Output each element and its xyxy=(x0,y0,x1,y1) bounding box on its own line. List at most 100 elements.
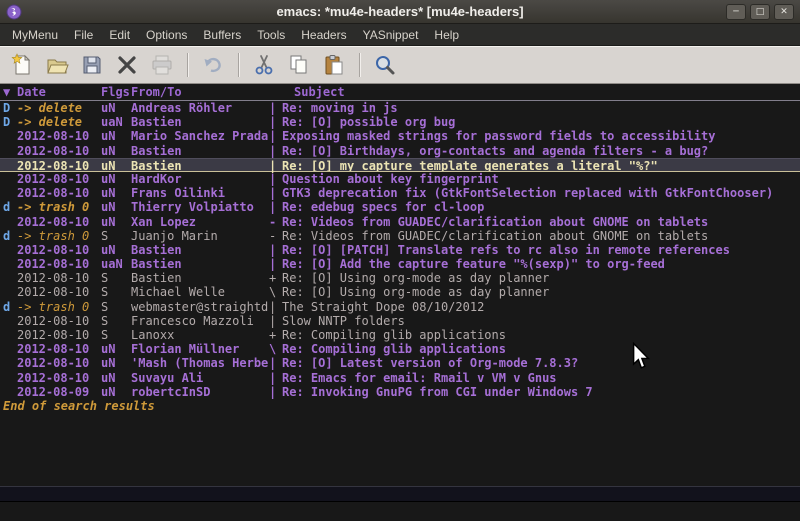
message-date: 2012-08-10 xyxy=(17,356,101,370)
mark-char xyxy=(3,172,17,186)
window-title: emacs: *mu4e-headers* [mu4e-headers] xyxy=(0,0,800,23)
menu-yasnippet[interactable]: YASnippet xyxy=(355,25,427,45)
message-row[interactable]: d -> trash 0 S webmaster@straightd... | … xyxy=(0,300,800,314)
message-date: 2012-08-10 xyxy=(17,271,101,285)
message-date: -> delete xyxy=(17,101,101,115)
menu-tools[interactable]: Tools xyxy=(249,25,293,45)
thread-char: - xyxy=(269,229,282,243)
cut-button[interactable] xyxy=(250,51,278,79)
message-row[interactable]: 2012-08-10 uN Bastien | Re: [O] [PATCH] … xyxy=(0,243,800,257)
message-date: -> trash 0 xyxy=(17,229,101,243)
message-row[interactable]: d -> trash 0 S Juanjo Marin - Re: Videos… xyxy=(0,229,800,243)
menu-headers[interactable]: Headers xyxy=(293,25,354,45)
message-row[interactable]: 2012-08-10 S Bastien + Re: [O] Using org… xyxy=(0,271,800,285)
sort-arrow-icon[interactable]: ▼ xyxy=(3,84,17,100)
message-flags: S xyxy=(101,285,131,299)
message-flags: uN xyxy=(101,144,131,158)
message-date: 2012-08-10 xyxy=(17,285,101,299)
column-header-from[interactable]: From/To xyxy=(131,84,269,100)
search-button[interactable] xyxy=(371,51,399,79)
thread-char: | xyxy=(269,200,282,214)
menu-file[interactable]: File xyxy=(66,25,101,45)
message-subject: Re: [O] Birthdays, org-contacts and agen… xyxy=(282,144,800,158)
toolbar xyxy=(0,46,800,84)
message-row[interactable]: 2012-08-10 uN Mario Sanchez Prada | Expo… xyxy=(0,129,800,143)
kill-buffer-icon xyxy=(115,53,139,77)
thread-char: + xyxy=(269,328,282,342)
open-file-icon xyxy=(45,53,69,77)
mark-char xyxy=(3,342,17,356)
message-row[interactable]: 2012-08-09 uN robertcInSD | Re: Invoking… xyxy=(0,385,800,399)
menu-help[interactable]: Help xyxy=(426,25,467,45)
kill-buffer-button[interactable] xyxy=(113,51,141,79)
message-subject: Re: Compiling glib applications xyxy=(282,342,800,356)
message-row[interactable]: 2012-08-10 uN Florian Müllner \ Re: Comp… xyxy=(0,342,800,356)
message-row[interactable]: D -> delete uN Andreas Röhler | Re: movi… xyxy=(0,101,800,115)
message-subject: Re: Videos from GUADEC/clarification abo… xyxy=(282,215,800,229)
message-date: 2012-08-10 xyxy=(17,328,101,342)
open-file-button[interactable] xyxy=(43,51,71,79)
message-from: Andreas Röhler xyxy=(131,101,269,115)
message-row[interactable]: 2012-08-10 S Francesco Mazzoli | Slow NN… xyxy=(0,314,800,328)
minimize-button[interactable]: ─ xyxy=(726,4,746,20)
column-header-date[interactable]: Date xyxy=(17,84,101,100)
thread-char: - xyxy=(269,215,282,229)
message-row[interactable]: 2012-08-10 uN 'Mash (Thomas Herbert) | R… xyxy=(0,356,800,370)
message-flags: uN xyxy=(101,356,131,370)
message-subject: Re: [O] my capture template generates a … xyxy=(282,159,800,171)
message-subject: Re: Emacs for email: Rmail v VM v Gnus xyxy=(282,371,800,385)
message-subject: Re: Invoking GnuPG from CGI under Window… xyxy=(282,385,800,399)
message-row[interactable]: D -> delete uaN Bastien | Re: [O] possib… xyxy=(0,115,800,129)
thread-char: | xyxy=(269,115,282,129)
toolbar-separator xyxy=(187,53,188,77)
message-row[interactable]: 2012-08-10 uN Xan Lopez - Re: Videos fro… xyxy=(0,215,800,229)
save-icon xyxy=(80,53,104,77)
message-row[interactable]: 2012-08-10 uN Bastien | Re: [O] Birthday… xyxy=(0,144,800,158)
message-from: Bastien xyxy=(131,271,269,285)
message-row[interactable]: 2012-08-10 uN Bastien | Re: [O] my captu… xyxy=(0,158,800,172)
message-date: 2012-08-10 xyxy=(17,172,101,186)
mark-char xyxy=(3,129,17,143)
cut-icon xyxy=(252,53,276,77)
message-list: D -> delete uN Andreas Röhler | Re: movi… xyxy=(0,101,800,399)
message-row[interactable]: 2012-08-10 uN Frans Oilinki | GTK3 depre… xyxy=(0,186,800,200)
mark-char: D xyxy=(3,115,17,129)
mark-char xyxy=(3,186,17,200)
mark-char xyxy=(3,356,17,370)
thread-char: | xyxy=(269,129,282,143)
message-from: Thierry Volpiatto xyxy=(131,200,269,214)
paste-button[interactable] xyxy=(320,51,348,79)
mark-char xyxy=(3,314,17,328)
message-row[interactable]: 2012-08-10 S Lanoxx + Re: Compiling glib… xyxy=(0,328,800,342)
message-from: Xan Lopez xyxy=(131,215,269,229)
message-row[interactable]: 2012-08-10 uaN Bastien | Re: [O] Add the… xyxy=(0,257,800,271)
close-button[interactable]: ✕ xyxy=(774,4,794,20)
column-header-subject[interactable]: Subject xyxy=(294,84,345,100)
title-bar[interactable]: emacs: *mu4e-headers* [mu4e-headers] ─ □… xyxy=(0,0,800,24)
message-date: 2012-08-10 xyxy=(17,371,101,385)
menu-options[interactable]: Options xyxy=(138,25,195,45)
message-row[interactable]: 2012-08-10 uN HardKor | Question about k… xyxy=(0,172,800,186)
message-date: -> trash 0 xyxy=(17,300,101,314)
message-date: 2012-08-10 xyxy=(17,186,101,200)
column-header-flags[interactable]: Flgs xyxy=(101,84,131,100)
message-row[interactable]: 2012-08-10 uN Suvayu Ali | Re: Emacs for… xyxy=(0,371,800,385)
mark-char xyxy=(3,328,17,342)
thread-char: \ xyxy=(269,285,282,299)
copy-button[interactable] xyxy=(285,51,313,79)
menu-bar: MyMenu File Edit Options Buffers Tools H… xyxy=(0,24,800,46)
menu-buffers[interactable]: Buffers xyxy=(195,25,249,45)
new-file-button[interactable] xyxy=(8,51,36,79)
minibuffer[interactable] xyxy=(0,502,800,521)
mu4e-headers-buffer: ▼ Date Flgs From/To Subject D -> delete … xyxy=(0,84,800,486)
save-button[interactable] xyxy=(78,51,106,79)
window-controls: ─ □ ✕ xyxy=(726,4,794,20)
message-row[interactable]: 2012-08-10 S Michael Welle \ Re: [O] Usi… xyxy=(0,285,800,299)
menu-edit[interactable]: Edit xyxy=(101,25,138,45)
maximize-button[interactable]: □ xyxy=(750,4,770,20)
message-from: HardKor xyxy=(131,172,269,186)
message-from: Frans Oilinki xyxy=(131,186,269,200)
message-row[interactable]: d -> trash 0 uN Thierry Volpiatto | Re: … xyxy=(0,200,800,214)
mark-char xyxy=(3,285,17,299)
menu-mymenu[interactable]: MyMenu xyxy=(4,25,66,45)
